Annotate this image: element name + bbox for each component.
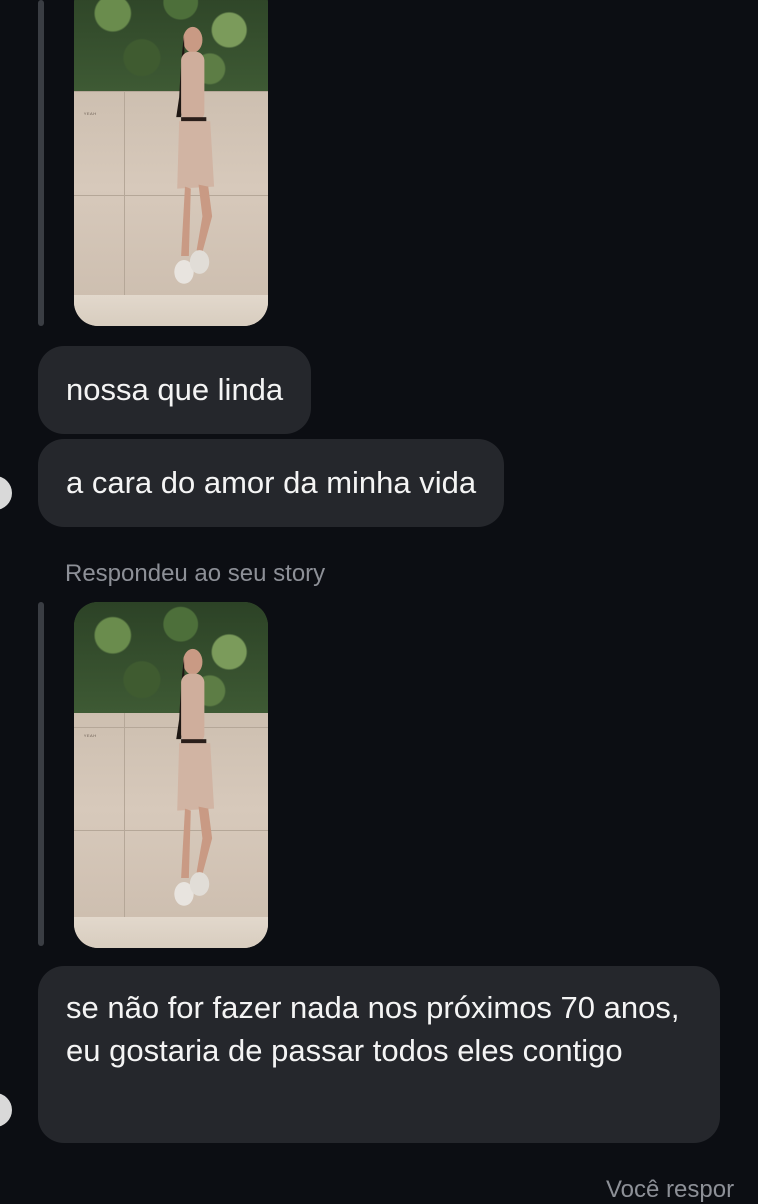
message-bubble[interactable]: a cara do amor da minha vida (38, 439, 505, 527)
message-bubble[interactable]: se não for fazer nada nos próximos 70 an… (38, 966, 720, 1143)
story-reply-label: Respondeu ao seu story (65, 560, 326, 587)
story-thumbnail[interactable]: YEAH (74, 602, 268, 948)
message-bubble[interactable]: nossa que linda (38, 346, 312, 434)
story-thumbnail[interactable]: YEAH (74, 0, 268, 326)
story-small-tag: YEAH (83, 111, 97, 117)
story-small-tag: YEAH (83, 733, 97, 739)
story-wall-vline (124, 712, 126, 948)
message-text: a cara do amor da minha vida (66, 465, 477, 500)
sender-avatar[interactable] (0, 476, 12, 510)
reply-indicator-bar (38, 602, 44, 946)
sender-avatar[interactable] (0, 1093, 12, 1127)
story-wall-vline (124, 90, 126, 326)
message-text: se não for fazer nada nos próximos 70 an… (66, 990, 680, 1068)
story-person-figure (173, 26, 214, 284)
story-person-figure (173, 648, 214, 906)
reply-indicator-bar (38, 0, 44, 326)
message-text: nossa que linda (66, 372, 284, 407)
